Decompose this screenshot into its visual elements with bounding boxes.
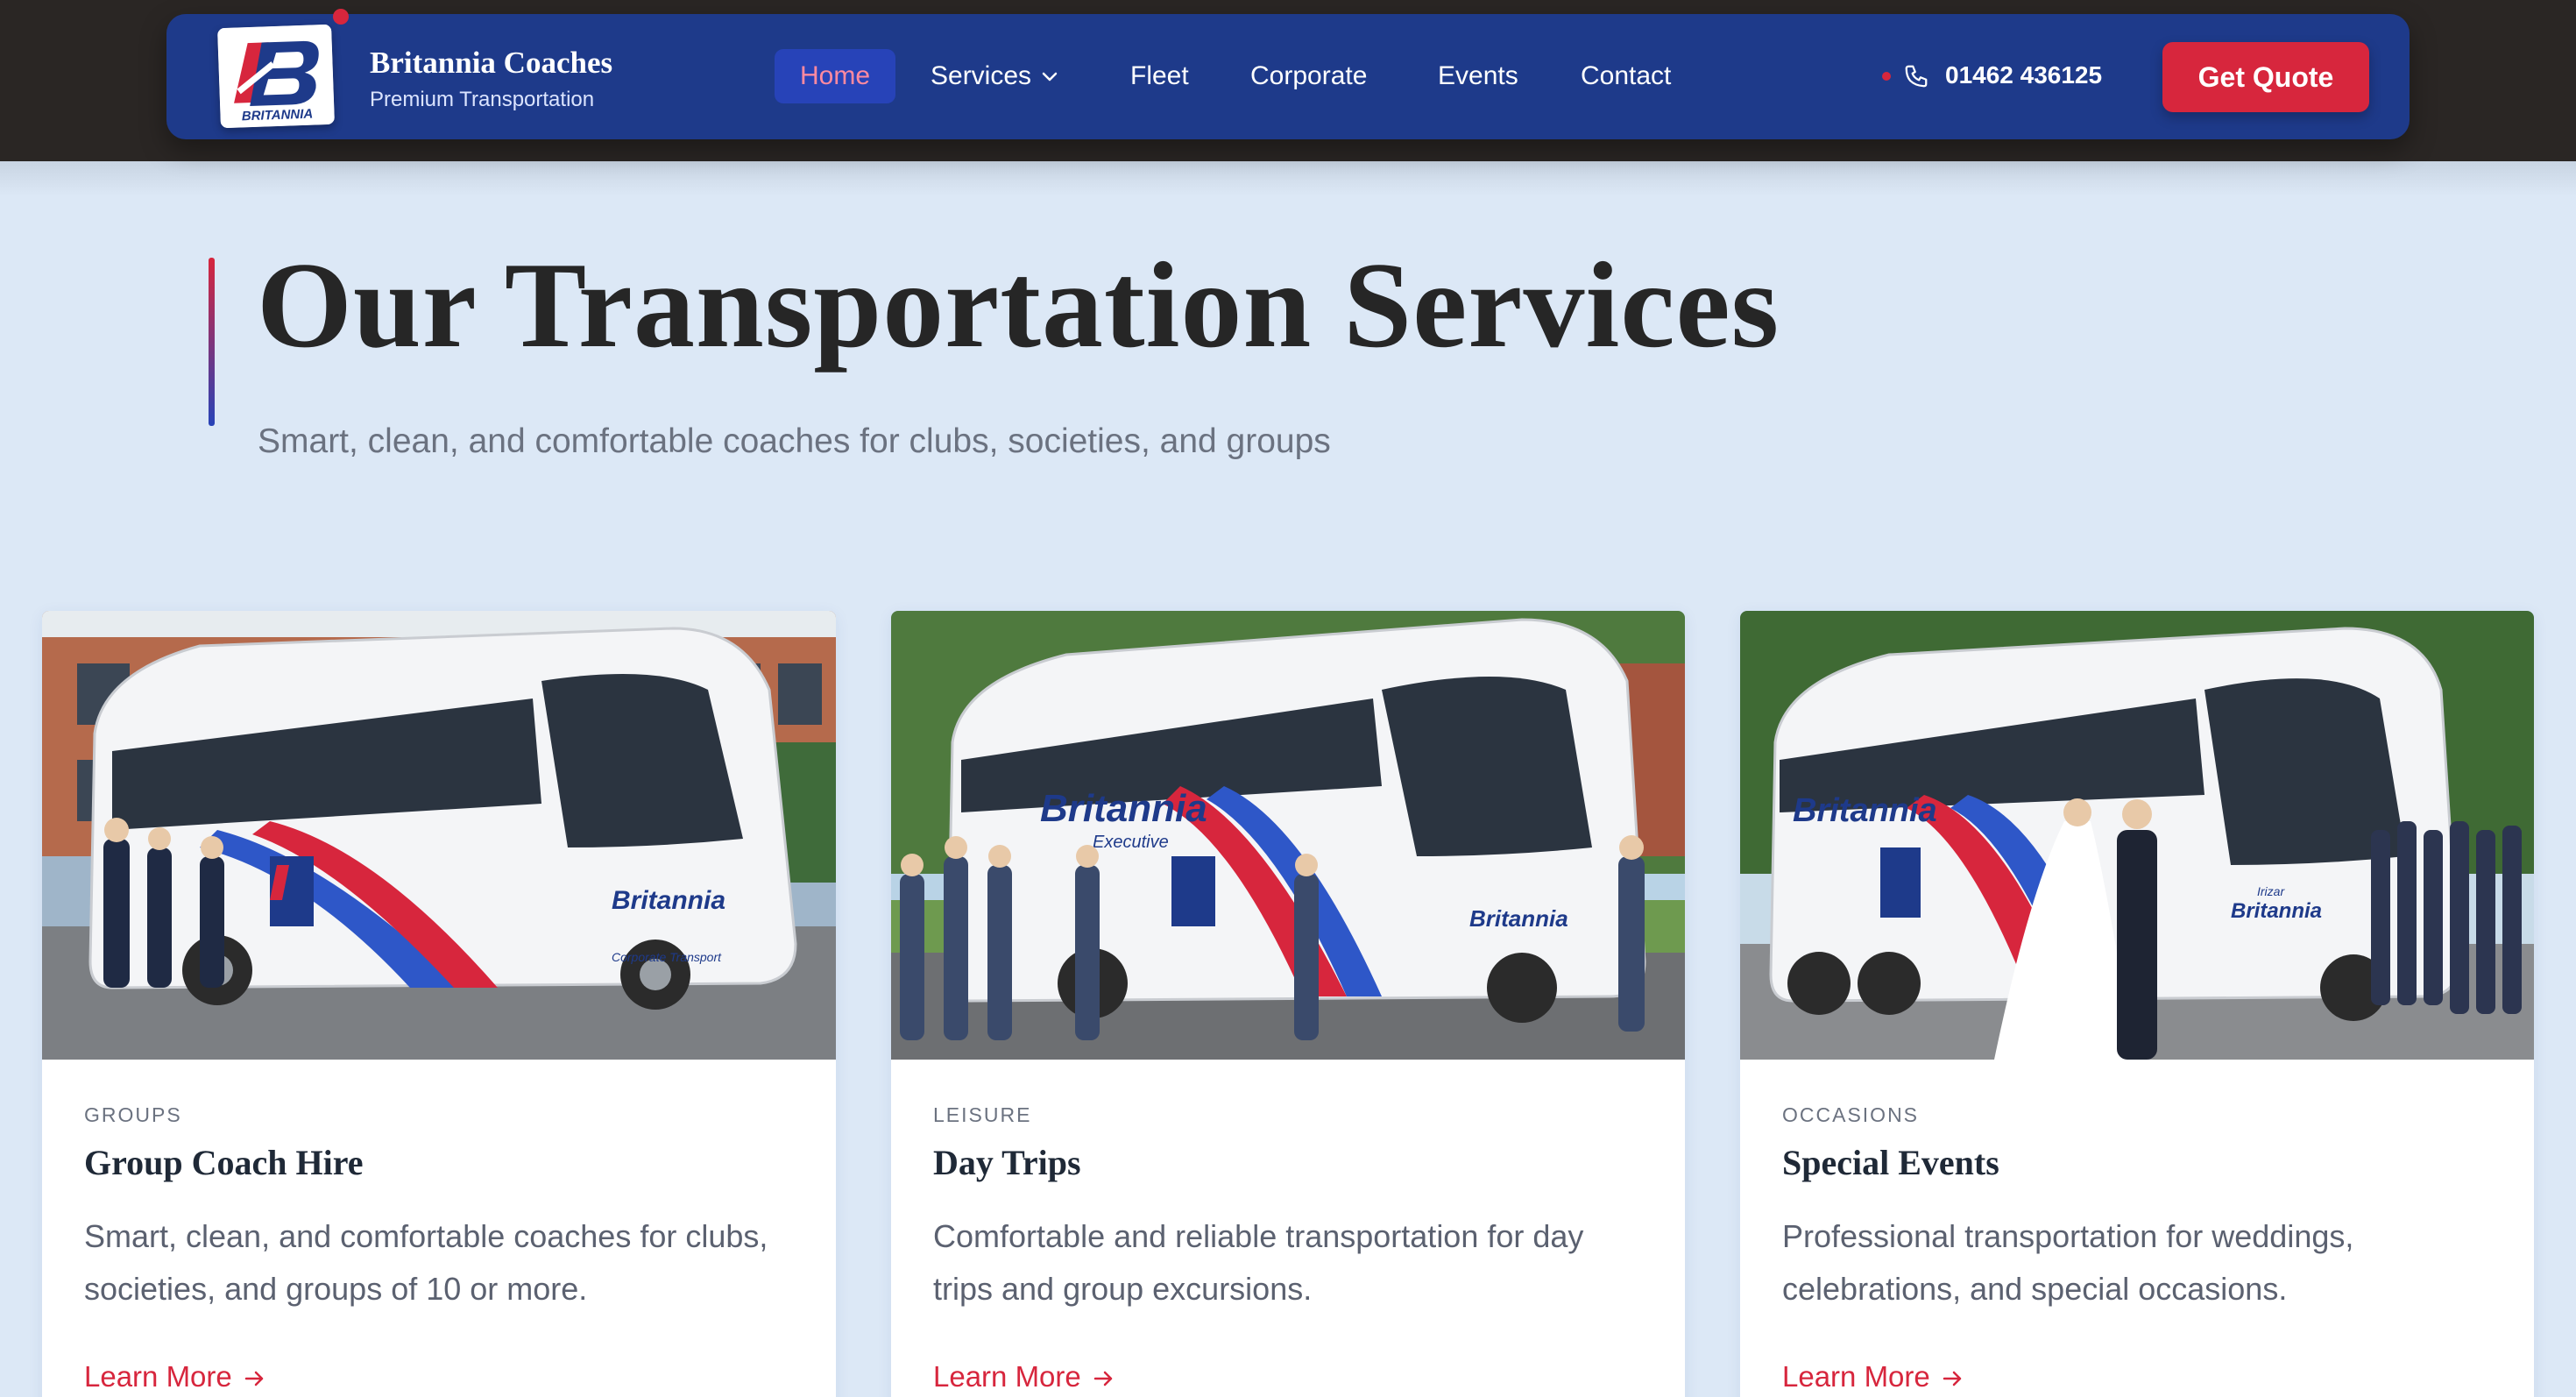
card-image-day-trips: Britannia Executive Britannia [891,611,1685,1060]
logo-mark-icon: BRITANNIA [217,24,335,129]
bus-front-text-2: Britannia [1469,905,1568,932]
card-image-group-coach: Britannia Corporate Transport [42,611,836,1060]
phone-number-link[interactable]: 01462 436125 [1945,61,2102,89]
bus-subtext-2: Executive [1093,833,1169,852]
arrow-right-icon [1943,1372,1962,1386]
card-title: Day Trips [933,1143,1081,1182]
arrow-right-icon [1093,1372,1113,1386]
card-title: Group Coach Hire [84,1143,364,1182]
card-tag: GROUPS [84,1103,182,1126]
brand-name[interactable]: Britannia Coaches [370,46,612,81]
nav-fleet[interactable]: Fleet [1130,49,1189,103]
bus-text-2: Britannia [1040,787,1207,830]
nav-home[interactable]: Home [775,49,895,103]
nav-events[interactable]: Events [1438,49,1518,103]
card-title: Special Events [1782,1143,1999,1182]
card-tag: LEISURE [933,1103,1032,1126]
phone-status-dot [1882,72,1891,81]
card-description: Smart, clean, and comfortable coaches fo… [84,1218,768,1307]
bus-text-1: Britannia [612,886,725,915]
learn-more-label: Learn More [84,1360,232,1393]
page-subtitle: Smart, clean, and comfortable coaches fo… [258,422,1331,460]
nav-contact[interactable]: Contact [1581,49,1671,103]
bus-front-text-3: Britannia [2231,899,2322,923]
get-quote-button[interactable]: Get Quote [2162,42,2369,112]
learn-more-link[interactable]: Learn More [84,1358,265,1396]
arrow-right-icon [244,1372,264,1386]
page-title: Our Transportation Services [257,238,1780,373]
hero-accent-bar [209,258,215,426]
nav-services[interactable]: Services [931,49,1058,103]
service-card-special-events[interactable]: Britannia Britannia Irizar OCCASIONS Spe… [1740,611,2534,1397]
bus-text-3: Britannia [1793,792,1937,829]
logo-indicator-dot [333,9,349,25]
learn-more-link[interactable]: Learn More [933,1358,1115,1396]
main-navbar: BRITANNIA Britannia Coaches Premium Tran… [166,9,2410,139]
learn-more-link[interactable]: Learn More [1782,1358,1964,1396]
bus-subtext-3: Irizar [2257,884,2285,898]
card-description: Comfortable and reliable transportation … [933,1218,1584,1307]
bus-subtext-1: Corporate Transport [612,950,722,964]
learn-more-label: Learn More [1782,1360,1930,1393]
nav-corporate[interactable]: Corporate [1250,49,1367,103]
service-card-day-trips[interactable]: Britannia Executive Britannia LEISURE Da… [891,611,1685,1397]
phone-icon [1905,65,1928,88]
nav-services-label: Services [931,61,1032,90]
learn-more-label: Learn More [933,1360,1081,1393]
card-tag: OCCASIONS [1782,1103,1920,1126]
chevron-down-icon [1042,72,1058,82]
brand-logo[interactable]: BRITANNIA [217,24,335,129]
brand-tagline: Premium Transportation [370,88,595,111]
service-card-group-coach-hire[interactable]: Britannia Corporate Transport GROUPS Gro… [42,611,836,1397]
card-description: Professional transportation for weddings… [1782,1218,2354,1307]
card-image-special-events: Britannia Britannia Irizar [1740,611,2534,1060]
logo-text: BRITANNIA [242,107,314,124]
